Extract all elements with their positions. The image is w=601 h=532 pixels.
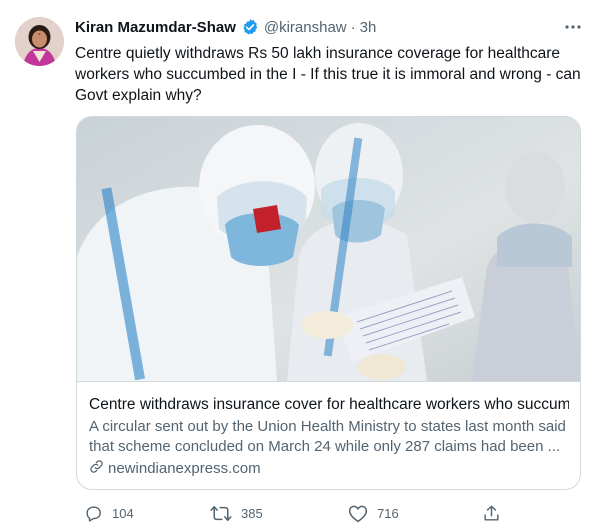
like-icon [348, 504, 368, 523]
separator-dot: · [350, 18, 356, 36]
avatar[interactable] [15, 17, 64, 66]
tweet-actions: 104 385 716 [76, 502, 581, 524]
reply-icon [84, 504, 103, 523]
tweet-timestamp[interactable]: 3h [360, 19, 377, 36]
like-count: 716 [377, 505, 399, 521]
author-handle[interactable]: @kiranshaw [264, 19, 347, 36]
share-button[interactable] [482, 502, 501, 524]
card-image[interactable] [77, 117, 580, 381]
reply-count: 104 [112, 505, 134, 521]
link-card[interactable]: Centre withdraws insurance cover for hea… [76, 116, 581, 490]
author-name[interactable]: Kiran Mazumdar-Shaw [75, 19, 236, 36]
card-description: A circular sent out by the Union Health … [89, 418, 566, 455]
retweet-icon [210, 504, 232, 523]
card-domain: newindianexpress.com [89, 459, 261, 478]
reply-button[interactable]: 104 [84, 502, 134, 524]
like-button[interactable]: 716 [348, 502, 399, 524]
card-body[interactable]: Centre withdraws insurance cover for hea… [77, 381, 580, 489]
share-icon [482, 504, 501, 523]
card-title: Centre withdraws insurance cover for hea… [89, 396, 569, 413]
tweet-text: Centre quietly withdraws Rs 50 lakh insu… [75, 45, 581, 104]
retweet-count: 385 [241, 505, 263, 521]
retweet-button[interactable]: 385 [210, 502, 263, 524]
tweet[interactable]: Kiran Mazumdar-Shaw @kiranshaw · 3h Cent… [0, 0, 601, 532]
link-icon [89, 459, 104, 478]
tweet-header: Kiran Mazumdar-Shaw @kiranshaw · 3h [75, 16, 376, 38]
verified-badge-icon [241, 18, 259, 36]
card-domain-text: newindianexpress.com [108, 460, 261, 477]
more-icon[interactable] [562, 17, 584, 37]
